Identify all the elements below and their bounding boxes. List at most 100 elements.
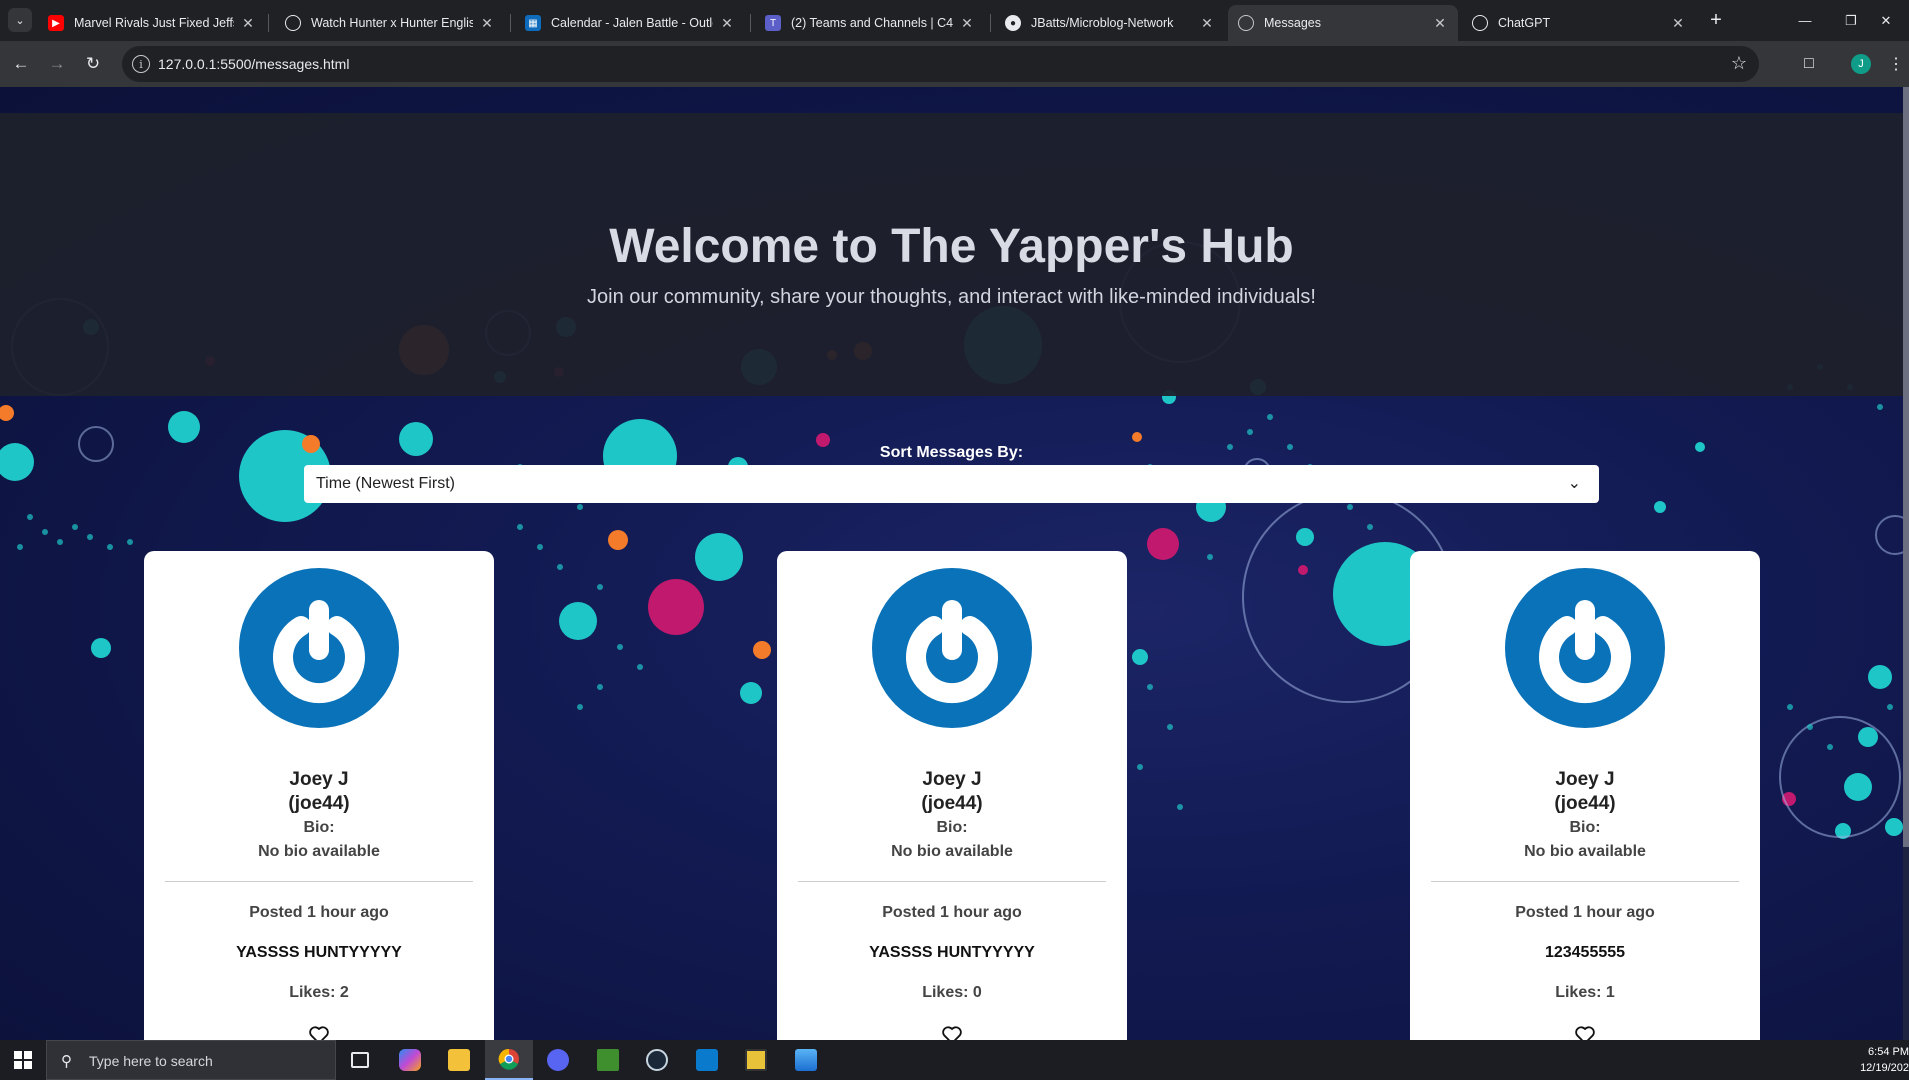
github-icon: ● [1005, 15, 1021, 31]
post-timestamp: Posted 1 hour ago [1515, 904, 1655, 921]
heart-icon[interactable] [308, 1025, 330, 1040]
task-view-button[interactable] [336, 1040, 384, 1080]
display-name: Joey J [922, 769, 982, 790]
tab-title: Calendar - Jalen Battle - Outlook [551, 16, 713, 30]
avatar: J [1851, 54, 1871, 74]
taskbar-app-chrome[interactable] [485, 1040, 533, 1080]
url-text[interactable]: 127.0.0.1:5500/messages.html [158, 56, 349, 72]
username-handle: (joe44) [288, 793, 350, 814]
tab-calendar[interactable]: ▦ Calendar - Jalen Battle - Outlook ✕ [515, 5, 745, 41]
scrollbar-thumb[interactable] [1903, 87, 1909, 847]
taskbar-app-minecraft[interactable] [584, 1040, 632, 1080]
minecraft-icon [597, 1049, 619, 1071]
avatar [1505, 568, 1665, 728]
chrome-icon [498, 1048, 519, 1070]
tab-separator [990, 14, 991, 32]
profile-button[interactable]: J [1848, 51, 1874, 77]
back-button[interactable]: ← [8, 51, 34, 77]
tab-title: Messages [1264, 16, 1321, 30]
extensions-button[interactable]: □ [1796, 51, 1822, 77]
site-info-icon[interactable]: i [132, 55, 150, 73]
close-tab-icon[interactable]: ✕ [1670, 15, 1686, 32]
close-icon: ✕ [1880, 12, 1892, 28]
tab-title: (2) Teams and Channels | C4-Se [791, 16, 953, 30]
tab-messages[interactable]: Messages ✕ [1228, 5, 1458, 41]
clock-time: 6:54 PM [1868, 1046, 1909, 1058]
likes-count: Likes: 0 [922, 984, 982, 1001]
heart-icon[interactable] [1574, 1025, 1596, 1040]
chevron-down-icon: ⌄ [15, 14, 25, 27]
vscode-icon [696, 1049, 718, 1071]
username-handle: (joe44) [1554, 793, 1616, 814]
message-text: YASSSS HUNTYYYYY [869, 944, 1035, 961]
heart-icon[interactable] [941, 1025, 963, 1040]
close-window-button[interactable]: ✕ [1863, 0, 1909, 41]
likes-count: Likes: 2 [289, 984, 349, 1001]
reload-button[interactable]: ↻ [80, 51, 106, 77]
likes-count: Likes: 1 [1555, 984, 1615, 1001]
tab-search-button[interactable]: ⌄ [8, 8, 32, 32]
forward-button[interactable]: → [44, 51, 70, 77]
taskbar-app-copilot[interactable] [386, 1040, 434, 1080]
minimize-icon: — [1798, 13, 1812, 28]
teams-icon: T [765, 15, 781, 31]
page-scrollbar[interactable] [1903, 87, 1909, 1040]
page-content: Welcome to The Yapper's Hub Join our com… [0, 87, 1909, 1040]
close-tab-icon[interactable]: ✕ [1199, 15, 1215, 32]
copilot-icon [399, 1049, 421, 1071]
display-name: Joey J [289, 769, 349, 790]
reload-icon: ↻ [85, 54, 101, 73]
user-name: Joey J (joe44) [1410, 768, 1760, 816]
start-button[interactable] [0, 1040, 46, 1080]
photos-icon [795, 1049, 817, 1071]
divider [1431, 881, 1739, 882]
display-name: Joey J [1555, 769, 1615, 790]
youtube-icon: ▶ [48, 15, 64, 31]
address-bar[interactable]: i 127.0.0.1:5500/messages.html ☆ [122, 46, 1759, 82]
search-placeholder: Type here to search [89, 1053, 213, 1069]
globe-icon [1238, 15, 1254, 31]
avatar [872, 568, 1032, 728]
taskbar-app-vscode[interactable] [683, 1040, 731, 1080]
tab-youtube[interactable]: ▶ Marvel Rivals Just Fixed Jeffs Ult ✕ [38, 5, 266, 41]
taskbar-app-steam[interactable] [633, 1040, 681, 1080]
message-card: Joey J (joe44) Bio: No bio available Pos… [1410, 551, 1760, 1040]
tab-title: Watch Hunter x Hunter English [311, 16, 473, 30]
taskbar-search-input[interactable]: ⚲ Type here to search [46, 1040, 336, 1080]
taskbar-app-file-explorer[interactable] [435, 1040, 483, 1080]
post-timestamp: Posted 1 hour ago [249, 904, 389, 921]
tab-github[interactable]: ● JBatts/Microblog-Network ✕ [995, 5, 1225, 41]
discord-icon [547, 1049, 569, 1071]
bookmark-star-icon[interactable]: ☆ [1731, 53, 1747, 74]
taskbar-app-generic[interactable] [732, 1040, 780, 1080]
bio-label: Bio: [936, 819, 968, 836]
bio-text: No bio available [1524, 843, 1646, 860]
new-tab-button[interactable]: + [1704, 8, 1728, 32]
sort-select[interactable]: Time (Newest First) ⌄ [304, 465, 1599, 503]
close-tab-icon[interactable]: ✕ [479, 15, 495, 32]
system-clock[interactable]: 6:54 PM 12/19/202 [1855, 1044, 1909, 1076]
puzzle-icon: □ [1804, 55, 1814, 72]
tab-separator [510, 14, 511, 32]
sort-label: Sort Messages By: [879, 444, 1024, 461]
message-text: YASSSS HUNTYYYYY [236, 944, 402, 961]
message-text: 123455555 [1544, 944, 1626, 961]
restore-icon: ❐ [1845, 12, 1857, 28]
close-tab-icon[interactable]: ✕ [719, 15, 735, 32]
close-tab-icon[interactable]: ✕ [1432, 15, 1448, 32]
tab-chatgpt[interactable]: ChatGPT ✕ [1462, 5, 1696, 41]
close-tab-icon[interactable]: ✕ [959, 15, 975, 32]
browser-toolbar: ← → ↻ i 127.0.0.1:5500/messages.html ☆ □… [0, 41, 1909, 87]
taskbar-app-photos[interactable] [782, 1040, 830, 1080]
taskbar-app-discord[interactable] [534, 1040, 582, 1080]
tab-separator [268, 14, 269, 32]
chevron-down-icon: ⌄ [1567, 475, 1581, 492]
bio-text: No bio available [258, 843, 380, 860]
task-view-icon [351, 1052, 369, 1068]
menu-button[interactable]: ⋮ [1886, 51, 1906, 77]
post-timestamp: Posted 1 hour ago [882, 904, 1022, 921]
close-tab-icon[interactable]: ✕ [240, 15, 256, 32]
minimize-button[interactable]: — [1782, 0, 1828, 41]
tab-teams[interactable]: T (2) Teams and Channels | C4-Se ✕ [755, 5, 985, 41]
tab-hunter-x-hunter[interactable]: Watch Hunter x Hunter English ✕ [275, 5, 505, 41]
